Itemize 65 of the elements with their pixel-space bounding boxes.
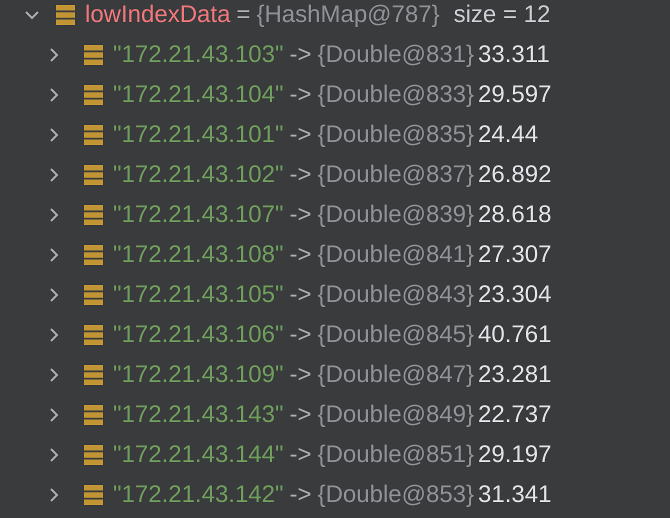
entry-key: "172.21.43.107" [113, 201, 284, 229]
map-arrow: -> [290, 361, 312, 389]
map-arrow: -> [290, 241, 312, 269]
entries-icon [84, 245, 103, 265]
entry-value: 28.618 [478, 201, 552, 229]
map-arrow: -> [290, 81, 312, 109]
entry-key: "172.21.43.102" [113, 161, 284, 189]
object-reference: {Double@847} [318, 361, 474, 389]
entry-value: 26.892 [478, 161, 552, 189]
map-arrow: -> [290, 401, 312, 429]
map-arrow: -> [290, 481, 312, 509]
entries-icon [84, 165, 103, 185]
entry-value: 40.761 [478, 321, 552, 349]
entries-icon [84, 205, 103, 225]
map-arrow: -> [290, 121, 312, 149]
object-reference: {Double@839} [318, 201, 474, 229]
entries-icon [84, 45, 103, 65]
entries-icon [56, 5, 75, 25]
object-reference: {Double@841} [318, 241, 474, 269]
object-reference: {Double@831} [318, 41, 474, 69]
equals-sign: = [236, 1, 250, 29]
entry-key: "172.21.43.143" [113, 401, 284, 429]
entry-key: "172.21.43.144" [113, 441, 284, 469]
object-reference: {Double@849} [318, 401, 474, 429]
entries-icon [84, 405, 103, 425]
entry-value: 31.341 [478, 481, 552, 509]
entry-value: 22.737 [478, 401, 552, 429]
object-reference: {Double@837} [318, 161, 474, 189]
entry-key: "172.21.43.108" [113, 241, 284, 269]
entry-value: 23.304 [478, 281, 552, 309]
object-reference: {Double@853} [318, 481, 474, 509]
entries-icon [84, 125, 103, 145]
map-arrow: -> [290, 441, 312, 469]
map-arrow: -> [290, 281, 312, 309]
object-reference: {Double@833} [318, 81, 474, 109]
object-reference: {HashMap@787} [256, 1, 440, 29]
map-arrow: -> [290, 321, 312, 349]
entry-key: "172.21.43.109" [113, 361, 284, 389]
object-reference: {Double@845} [318, 321, 474, 349]
map-arrow: -> [290, 201, 312, 229]
object-reference: {Double@835} [318, 121, 474, 149]
entry-value: 27.307 [478, 241, 552, 269]
entries-icon [84, 325, 103, 345]
entries-icon [84, 365, 103, 385]
variable-name: lowIndexData [85, 1, 230, 29]
entry-key: "172.21.43.101" [113, 121, 284, 149]
map-arrow: -> [290, 161, 312, 189]
entry-value: 33.311 [478, 41, 550, 69]
entries-icon [84, 485, 103, 505]
object-reference: {Double@843} [318, 281, 474, 309]
entry-value: 23.281 [478, 361, 552, 389]
map-size: size = 12 [454, 1, 550, 29]
entry-key: "172.21.43.103" [113, 41, 284, 69]
entry-key: "172.21.43.104" [113, 81, 284, 109]
entry-value: 29.597 [478, 81, 552, 109]
entry-key: "172.21.43.106" [113, 321, 284, 349]
entry-key: "172.21.43.142" [113, 481, 284, 509]
object-reference: {Double@851} [318, 441, 474, 469]
map-arrow: -> [290, 41, 312, 69]
entries-icon [84, 445, 103, 465]
entry-key: "172.21.43.105" [113, 281, 284, 309]
entries-icon [84, 85, 103, 105]
entry-value: 29.197 [478, 441, 552, 469]
entries-icon [84, 285, 103, 305]
entry-value: 24.44 [478, 121, 538, 149]
